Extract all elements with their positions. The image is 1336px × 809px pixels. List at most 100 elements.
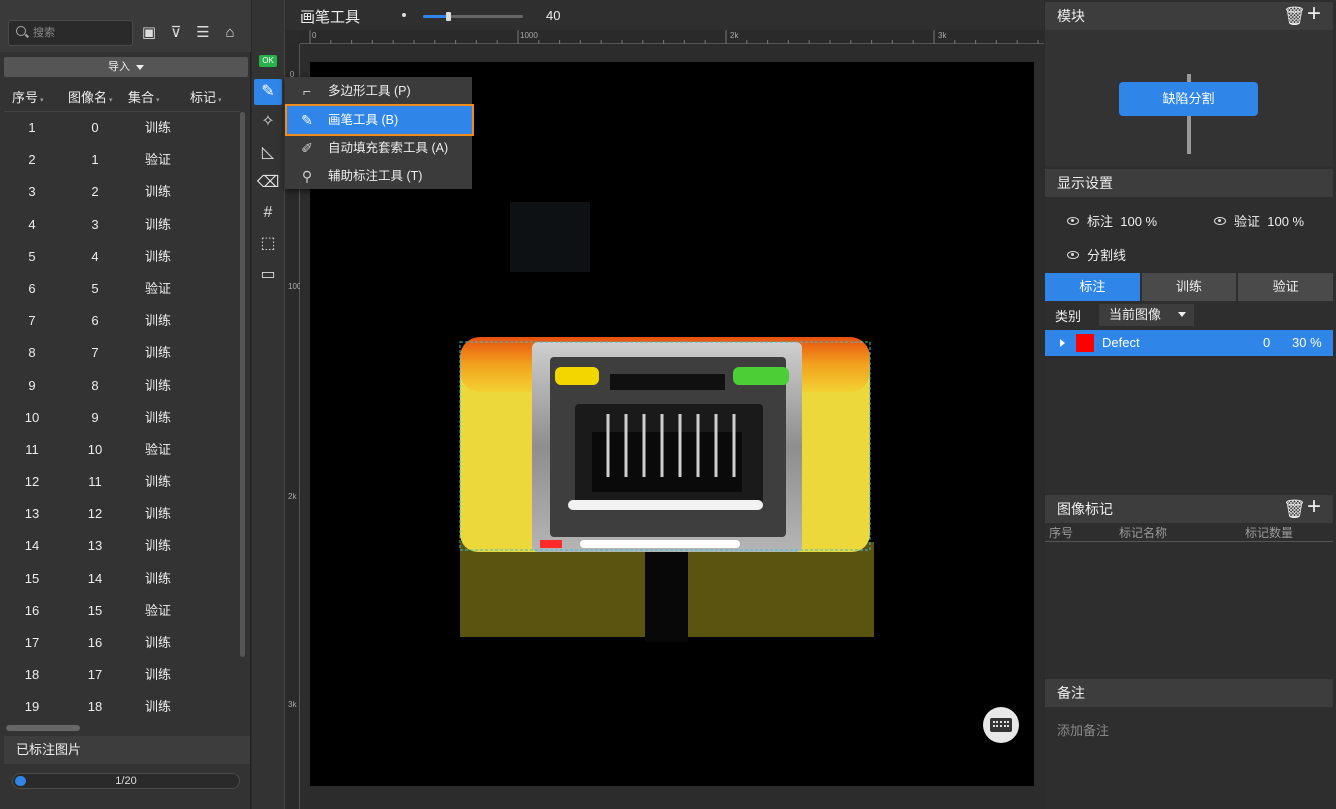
- mode-tabs: 标注 训练 验证: [1045, 273, 1334, 301]
- table-cell-idx: 14: [24, 538, 40, 554]
- keyboard-shortcut-button[interactable]: [983, 707, 1019, 743]
- polygon-tool-button[interactable]: ◺: [254, 140, 282, 166]
- table-row[interactable]: 12 11 训练: [4, 466, 240, 498]
- h-ruler-ticks: [309, 30, 1039, 44]
- import-label: 导入: [108, 61, 130, 73]
- table-row[interactable]: 1 0 训练: [4, 112, 240, 144]
- tool-strip: OK ✎ ✧ ◺ ⌫ # ⬚ ▭: [252, 0, 285, 809]
- roi-select-button[interactable]: ⬚: [254, 231, 282, 257]
- table-row[interactable]: 19 18 训练: [4, 691, 240, 723]
- eye-icon: [1067, 251, 1079, 259]
- trash-icon[interactable]: 🗑: [1283, 499, 1306, 519]
- table-cell-idx: 10: [24, 409, 40, 425]
- table-row[interactable]: 4 3 训练: [4, 209, 240, 241]
- tab-verify[interactable]: 验证: [1238, 273, 1334, 301]
- list-icon[interactable]: ☰: [193, 24, 213, 42]
- class-name: Defect: [1102, 335, 1140, 350]
- marks-col-name: 标记名称: [1119, 526, 1168, 540]
- table-cell-set: 训练: [144, 184, 171, 200]
- table-cell-name: 8: [91, 377, 99, 393]
- table-row[interactable]: 8 7 训练: [4, 337, 240, 369]
- search-input[interactable]: 搜索: [8, 20, 133, 46]
- table-row[interactable]: 5 4 训练: [4, 241, 240, 273]
- eye-icon: [1214, 217, 1226, 225]
- vertical-scrollbar[interactable]: [240, 112, 245, 657]
- menu-item-brush[interactable]: ✎ 画笔工具 (B): [285, 104, 474, 136]
- table-row[interactable]: 6 5 验证: [4, 273, 240, 305]
- table-cell-idx: 19: [24, 699, 40, 715]
- add-icon[interactable]: +: [1307, 495, 1321, 519]
- table-cell-idx: 15: [24, 570, 40, 586]
- table-row[interactable]: 2 1 验证: [4, 144, 240, 176]
- tab-train[interactable]: 训练: [1141, 273, 1237, 301]
- image-filter-icon[interactable]: ▣: [139, 24, 159, 42]
- screen-select-button[interactable]: ▭: [254, 262, 282, 288]
- table-row[interactable]: 11 10 验证: [4, 434, 240, 466]
- add-icon[interactable]: +: [1307, 2, 1321, 26]
- table-row[interactable]: 9 8 训练: [4, 370, 240, 402]
- marks-table-header: 序号 标记名称 标记数量: [1045, 522, 1333, 542]
- table-cell-set: 训练: [144, 409, 171, 425]
- module-header: 模块 🗑 +: [1045, 2, 1333, 30]
- menu-item-polygon[interactable]: ⌐ 多边形工具 (P): [287, 77, 472, 105]
- table-cell-idx: 3: [28, 184, 36, 200]
- table-cell-name: 15: [87, 602, 103, 618]
- table-row[interactable]: 18 17 训练: [4, 659, 240, 691]
- table-row[interactable]: 13 12 训练: [4, 498, 240, 530]
- magic-wand-tool-button[interactable]: ✧: [254, 109, 282, 135]
- col-name[interactable]: 图像名 ▾: [60, 84, 120, 111]
- v-ruler-label: 2k: [288, 492, 297, 501]
- table-row[interactable]: 10 9 训练: [4, 402, 240, 434]
- table-cell-name: 4: [91, 248, 99, 264]
- menu-item-lasso[interactable]: ✐ 自动填充套索工具 (A): [287, 134, 472, 162]
- table-cell-idx: 12: [24, 474, 40, 490]
- polygon-icon: ⌐: [302, 83, 312, 99]
- col-set[interactable]: 集合 ▾: [120, 84, 182, 111]
- ok-badge[interactable]: OK: [259, 55, 277, 67]
- expand-icon[interactable]: [1060, 339, 1065, 347]
- eraser-tool-button[interactable]: ⌫: [254, 170, 282, 196]
- verify-visibility[interactable]: 验证 100 %: [1214, 211, 1304, 230]
- image-table: 1 0 训练 2 1 验证 3 2 训练 4 3 训练 5 4 训练 6 5 验证 7 6 训练 8 7 训练 9 8 训练 10 9 训…: [4, 112, 240, 724]
- slider-knob[interactable]: [446, 12, 451, 21]
- class-opacity: 30 %: [1292, 335, 1322, 350]
- import-button[interactable]: 导入: [4, 57, 248, 77]
- table-cell-set: 训练: [144, 538, 171, 554]
- defect-segmentation-node[interactable]: 缺陷分割: [1119, 82, 1258, 116]
- col-index[interactable]: 序号 ▾: [4, 84, 60, 111]
- table-row[interactable]: 16 15 验证: [4, 595, 240, 627]
- class-color-swatch[interactable]: [1076, 334, 1094, 352]
- defect-class-row[interactable]: Defect 0 30 %: [1045, 330, 1333, 356]
- table-cell-name: 13: [87, 538, 103, 554]
- filter-icon[interactable]: ⊽: [166, 24, 186, 42]
- tab-label[interactable]: 标注: [1045, 273, 1140, 301]
- table-row[interactable]: 7 6 训练: [4, 305, 240, 337]
- brush-size-slider[interactable]: [423, 12, 523, 21]
- lasso-icon: ✐: [301, 140, 313, 156]
- label-visibility[interactable]: 标注 100 %: [1067, 211, 1157, 230]
- table-row[interactable]: 17 16 训练: [4, 627, 240, 659]
- horizontal-scrollbar[interactable]: [6, 725, 80, 731]
- grid-tool-button[interactable]: #: [254, 200, 282, 226]
- image-marks-title: 图像标记: [1057, 501, 1113, 517]
- brush-icon: ✎: [301, 112, 313, 128]
- menu-item-assist[interactable]: ⚲ 辅助标注工具 (T): [287, 162, 472, 190]
- col-mark[interactable]: 标记 ▾: [182, 84, 240, 111]
- keyboard-icon: [990, 718, 1012, 732]
- table-row[interactable]: 14 13 训练: [4, 530, 240, 562]
- divider-visibility[interactable]: 分割线: [1067, 245, 1126, 264]
- h-ruler-label: 3k: [938, 31, 947, 40]
- table-cell-set: 验证: [144, 602, 171, 618]
- table-row[interactable]: 15 14 训练: [4, 563, 240, 595]
- brush-tool-button[interactable]: ✎: [254, 79, 282, 105]
- trash-icon[interactable]: 🗑: [1283, 6, 1306, 26]
- category-select[interactable]: 当前图像: [1099, 304, 1194, 326]
- notes-header: 备注: [1045, 679, 1333, 707]
- notes-input[interactable]: 添加备注: [1045, 708, 1333, 809]
- left-toolbar: 搜索 ▣ ⊽ ☰ ⌂: [0, 0, 251, 52]
- table-cell-name: 17: [87, 667, 103, 683]
- table-row[interactable]: 3 2 训练: [4, 176, 240, 208]
- horizontal-ruler: 0 1000 2k 3k: [300, 30, 1044, 44]
- home-icon[interactable]: ⌂: [220, 24, 240, 42]
- image-list-panel: 搜索 ▣ ⊽ ☰ ⌂ 导入 序号 ▾ 图像名 ▾ 集合 ▾ 标记 ▾ 1 0 训练 2 1 验证 3…: [0, 0, 251, 809]
